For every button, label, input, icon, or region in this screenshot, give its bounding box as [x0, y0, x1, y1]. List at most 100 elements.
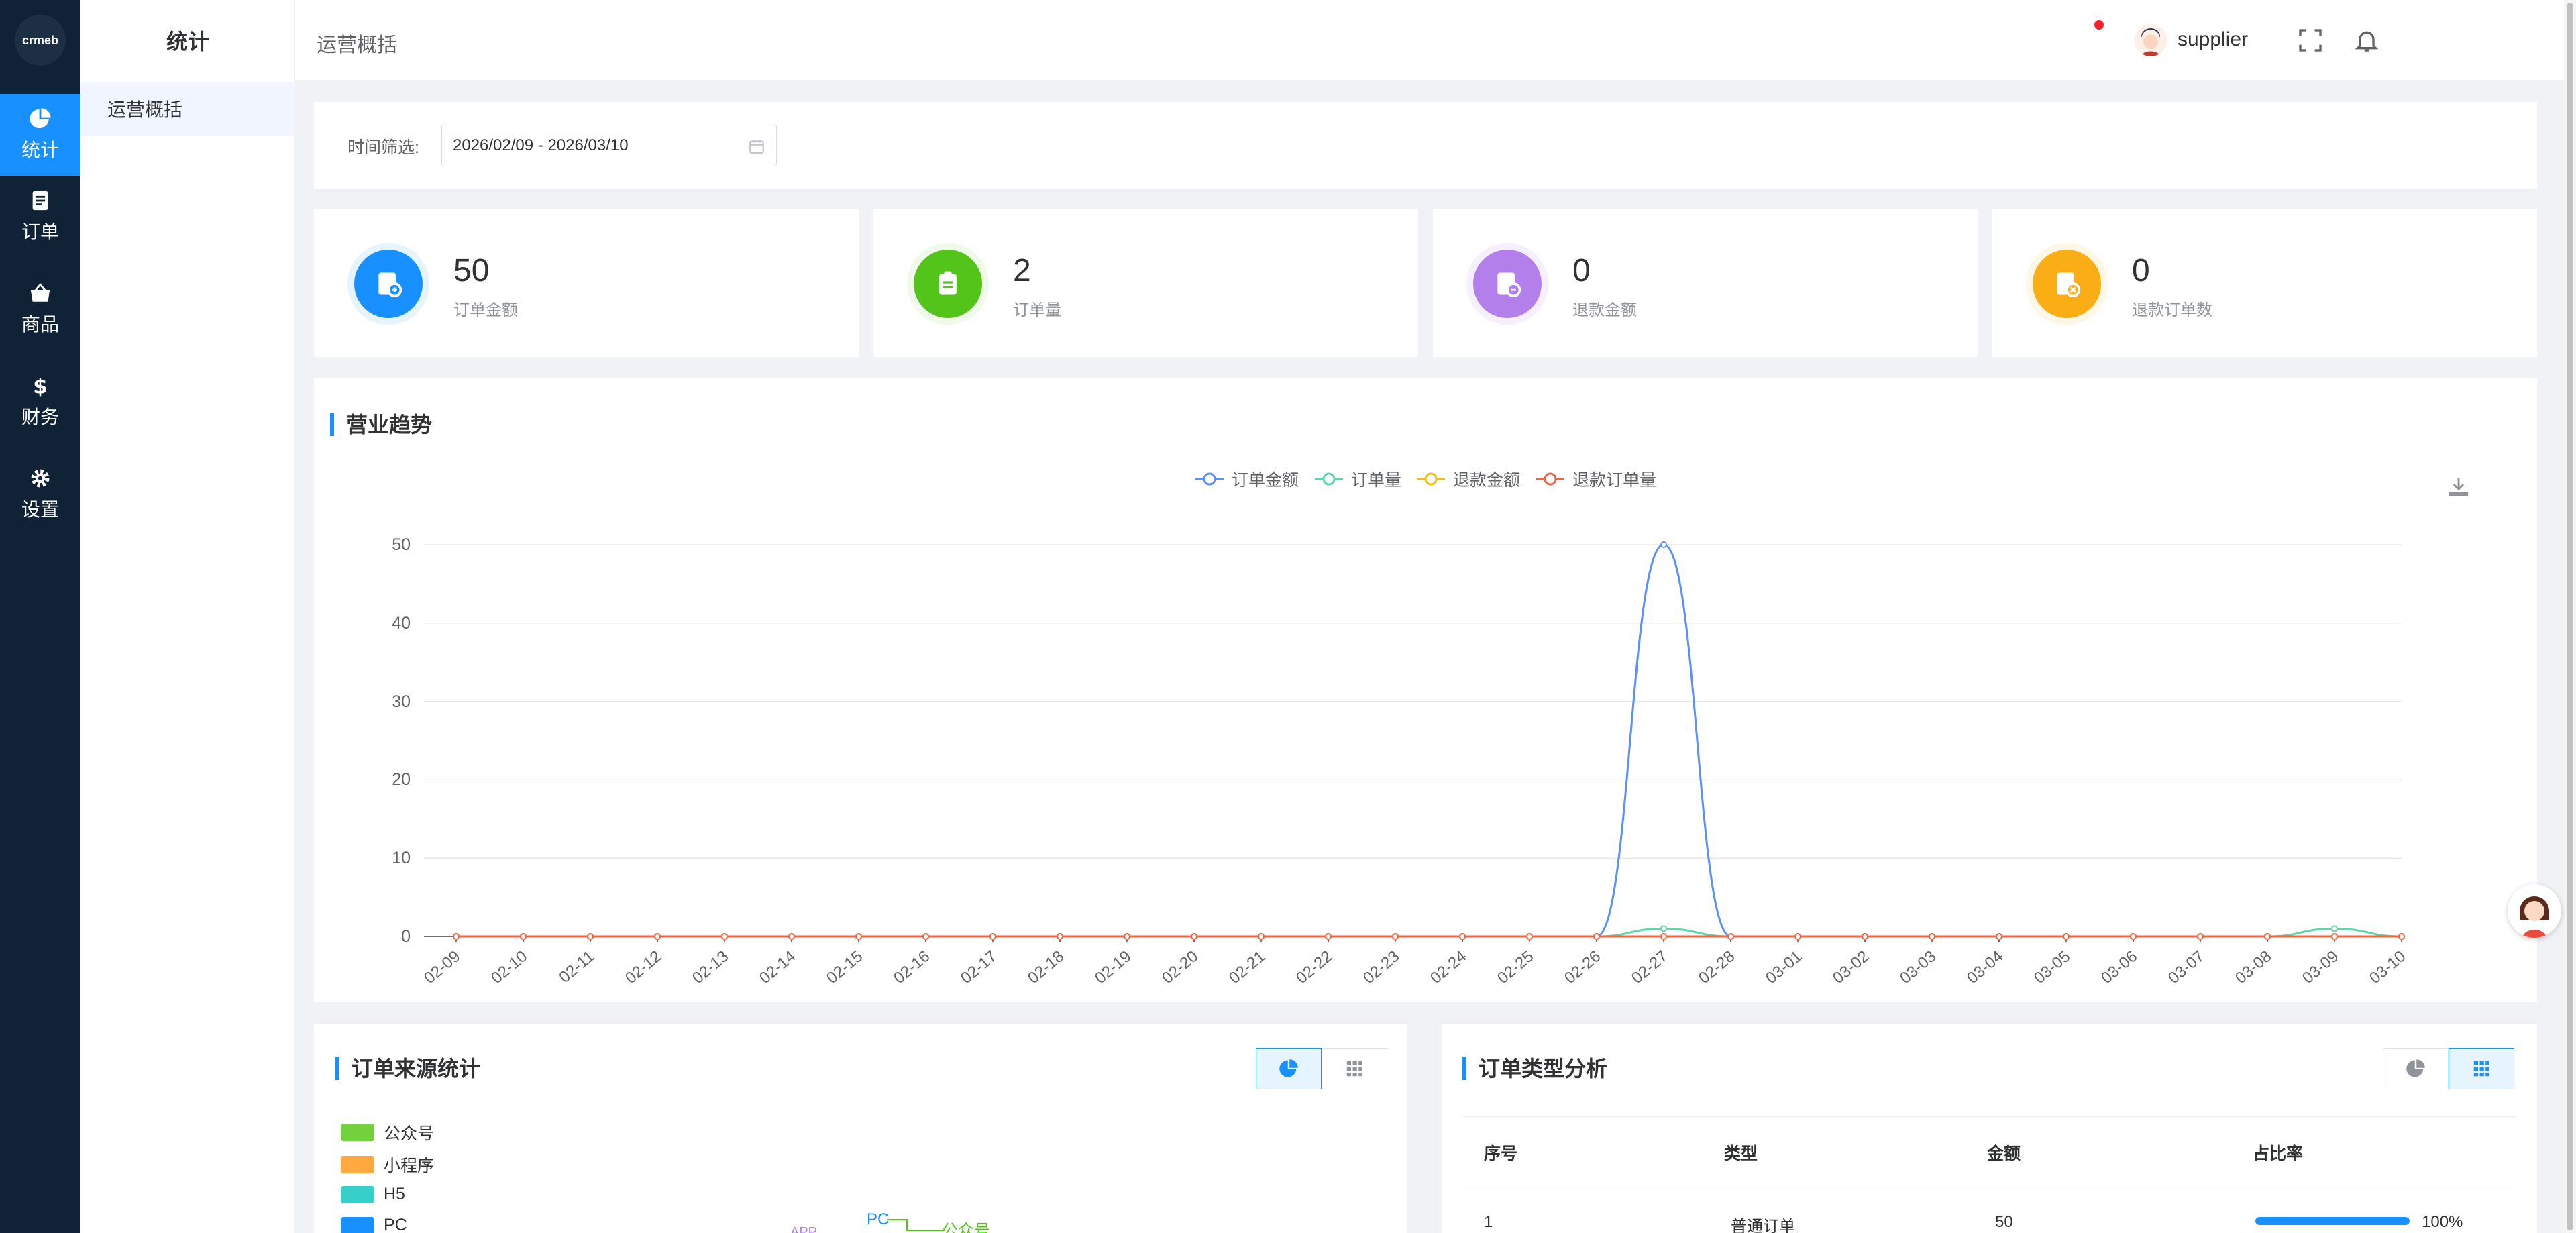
stat-value: 50 [453, 253, 490, 288]
fullscreen-icon[interactable] [2297, 27, 2324, 54]
grid-icon [2473, 1061, 2489, 1077]
ratio-progress-bar [2255, 1217, 2410, 1225]
page-title: 运营概括 [317, 34, 397, 56]
order-type-card [1442, 1024, 2537, 1233]
table-cell-amount: 50 [1995, 1213, 2013, 1231]
legend-swatch [341, 1216, 374, 1233]
dollar-icon: $ [33, 374, 48, 397]
type-view-toggle [2383, 1048, 2514, 1089]
stat-label: 退款订单数 [2132, 301, 2212, 319]
download-icon[interactable] [2447, 475, 2470, 498]
calendar-icon [749, 140, 764, 154]
rail-item-settings[interactable]: 设置 [0, 453, 80, 535]
page-scrollbar-thumb[interactable] [2567, 3, 2573, 1230]
table-cell-type: 普通订单 [1731, 1218, 1795, 1233]
date-range-input[interactable]: 2026/02/09 - 2026/03/10 [441, 125, 777, 166]
legend-label: 退款金额 [1453, 471, 1521, 490]
filter-card: 时间筛选: 2026/02/09 - 2026/03/10 [314, 102, 2537, 189]
rail-item-label: 统计 [21, 140, 59, 160]
rail-item-label: 商品 [21, 314, 59, 335]
stat-label: 订单金额 [453, 301, 518, 319]
source-legend-item[interactable]: 公众号 [341, 1120, 434, 1144]
stat-card-refund-amount: 0 退款金额 [1433, 209, 1978, 357]
pie-chart-icon [1279, 1059, 1298, 1077]
y-tick-label: 30 [392, 692, 411, 711]
column-header-ratio: 占比率 [2253, 1144, 2304, 1163]
table-cell-index: 1 [1484, 1213, 1493, 1231]
y-tick-label: 0 [401, 927, 411, 946]
order-amount-icon [354, 250, 423, 318]
username[interactable]: supplier [2178, 28, 2248, 51]
customer-service-avatar[interactable] [2508, 884, 2561, 938]
legend-marker-icon [1536, 472, 1564, 486]
pie-label-app: APP [790, 1225, 818, 1233]
table-divider [1462, 1116, 2516, 1117]
legend-marker-icon [1195, 472, 1224, 486]
legend-swatch [341, 1185, 374, 1203]
source-legend-item[interactable]: H5 [341, 1185, 405, 1204]
stat-card-order-amount: 50 订单金额 [314, 209, 859, 357]
ratio-progress-fill [2255, 1217, 2410, 1225]
legend-item[interactable]: 退款金额 [1417, 467, 1520, 491]
basket-icon [30, 283, 50, 302]
source-table-view-button[interactable] [1322, 1048, 1387, 1089]
grid-icon [1346, 1061, 1362, 1077]
legend-label: 订单量 [1351, 471, 1402, 490]
column-header-type: 类型 [1724, 1144, 1758, 1163]
rail-item-label: 订单 [21, 221, 59, 242]
order-source-card [314, 1024, 1407, 1233]
brand-logo[interactable]: crmeb [15, 15, 66, 66]
order-count-icon [914, 250, 982, 318]
legend-label: 公众号 [384, 1124, 435, 1143]
refund-count-icon [2033, 250, 2101, 318]
legend-label: 订单金额 [1232, 471, 1299, 490]
pie-leader-line [887, 1219, 945, 1231]
type-pie-view-button[interactable] [2383, 1048, 2449, 1089]
rail-item-products[interactable]: 商品 [0, 268, 80, 350]
legend-item[interactable]: 订单金额 [1195, 467, 1299, 491]
refund-amount-icon [1473, 250, 1542, 318]
secondary-menu: 统计 运营概括 [80, 0, 295, 1233]
source-legend-item[interactable]: PC [341, 1216, 407, 1233]
bell-icon[interactable] [2353, 27, 2380, 54]
left-nav-rail: crmeb 统计 订单 商品 $ 财务 设置 [0, 0, 80, 1233]
submenu-title: 统计 [166, 30, 209, 54]
document-icon [32, 191, 48, 211]
legend-item[interactable]: 退款订单量 [1536, 467, 1656, 491]
stat-label: 订单量 [1013, 301, 1061, 319]
legend-label: H5 [384, 1185, 405, 1203]
rail-item-finance[interactable]: $ 财务 [0, 361, 80, 443]
brand-logo-text: crmeb [21, 33, 59, 47]
y-tick-label: 10 [392, 849, 411, 868]
stat-label: 退款金额 [1572, 301, 1637, 319]
stat-value: 0 [1572, 253, 1591, 288]
trend-title: 营业趋势 [330, 413, 432, 436]
user-avatar[interactable] [2135, 24, 2167, 56]
legend-marker-icon [1417, 472, 1445, 486]
stat-card-order-count: 2 订单量 [873, 209, 1418, 357]
legend-label: 退款订单量 [1572, 471, 1657, 490]
source-legend-item[interactable]: 小程序 [341, 1152, 434, 1177]
order-type-title: 订单类型分析 [1462, 1057, 1607, 1080]
pie-label-gzh: 公众号 [942, 1222, 990, 1233]
legend-item[interactable]: 订单量 [1315, 467, 1401, 491]
rail-item-label: 财务 [21, 407, 59, 427]
avatar-face-icon [2135, 24, 2167, 56]
type-table-view-button[interactable] [2449, 1048, 2514, 1089]
pie-chart-icon [30, 108, 51, 129]
stat-value: 2 [1013, 253, 1031, 288]
notification-badge [2094, 20, 2104, 30]
stat-value: 0 [2132, 253, 2150, 288]
cs-avatar-icon [2508, 884, 2561, 938]
date-range-value: 2026/02/09 - 2026/03/10 [453, 136, 629, 154]
legend-label: 小程序 [384, 1157, 435, 1175]
source-view-toggle [1256, 1048, 1387, 1089]
rail-item-orders[interactable]: 订单 [0, 176, 80, 258]
table-cell-ratio: 100% [2422, 1213, 2463, 1231]
submenu-item-overview[interactable]: 运营概括 [80, 82, 295, 136]
source-pie-view-button[interactable] [1256, 1048, 1322, 1089]
pie-chart-icon [2406, 1059, 2425, 1077]
rail-item-stats[interactable]: 统计 [0, 94, 80, 176]
y-tick-label: 40 [392, 613, 411, 633]
gear-icon [31, 469, 50, 488]
